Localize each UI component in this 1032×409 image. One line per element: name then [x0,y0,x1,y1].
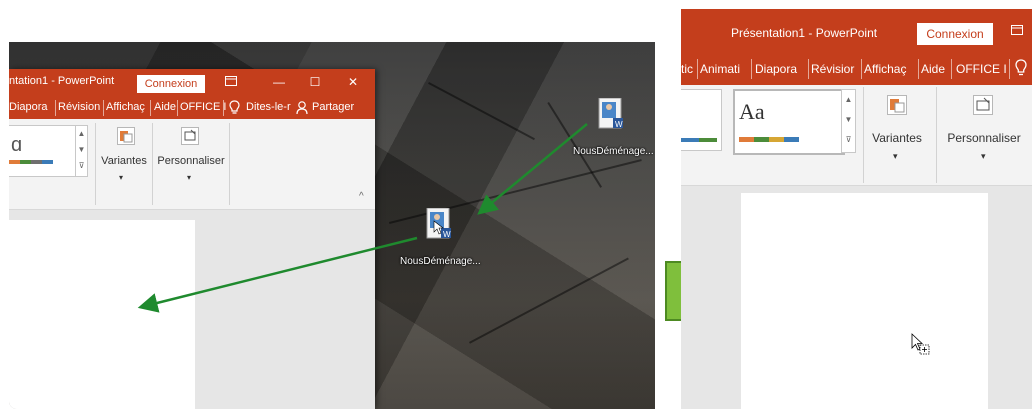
chevron-down-icon[interactable]: ▾ [893,151,898,162]
ribbon-display-icon[interactable] [1005,22,1029,40]
theme-sample-text: Aa [739,99,765,124]
arrow-to-slide [137,236,418,313]
arrow-to-desktop-drop [477,123,588,215]
ribbon-tabs: tic Animati Diapora Révisior Affichaç Ai… [681,49,1032,85]
tab-separator [918,59,919,79]
drag-copy-cursor-icon [911,333,931,362]
ribbon-design: Aa ▲ ▼ ⊽ Variantes ▾ Personnaliser ▾ [681,85,1032,186]
tab-office[interactable]: OFFICE I [956,62,1007,76]
tab-separator [697,59,698,79]
theme-color-strip [739,137,799,142]
slide-canvas[interactable] [741,193,988,409]
connexion-button[interactable]: Connexion [917,23,993,45]
group-separator [936,87,937,183]
customize-icon [973,95,993,115]
window-title: Présentation1 - PowerPoint [731,26,878,40]
theme-thumbnail-selected[interactable]: Aa [733,89,845,155]
tab-affichage[interactable]: Affichaç [864,62,906,76]
tab-separator [861,59,862,79]
tab-separator [951,59,952,79]
personnaliser-button[interactable]: Personnaliser [939,131,1029,145]
theme-gallery-scroll[interactable]: ▲ ▼ ⊽ [841,89,856,153]
theme-color-strip [681,138,717,142]
lightbulb-icon [1015,59,1027,82]
tab-separator [1009,59,1010,79]
tab-separator [808,59,809,79]
chevron-down-icon[interactable]: ▾ [981,151,986,162]
desktop-background: ntation1 - PowerPoint Connexion — ☐ ✕ Di… [9,42,655,409]
tab-aide[interactable]: Aide [921,62,945,76]
tab-diaporama[interactable]: Diapora [755,62,797,76]
variants-button[interactable]: Variantes [865,131,929,145]
tab-revision[interactable]: Révisior [811,62,854,76]
group-separator [863,87,864,183]
tab-animations[interactable]: Animati [700,62,740,76]
tab-transitions[interactable]: tic [681,62,693,76]
powerpoint-window-zoomed: Présentation1 - PowerPoint Connexion tic… [681,9,1032,409]
theme-thumbnail-partial[interactable] [681,89,722,151]
variants-icon [887,95,907,115]
tab-separator [751,59,752,79]
drag-path-arrows [137,123,588,313]
title-bar: Présentation1 - PowerPoint Connexion [681,9,1032,49]
